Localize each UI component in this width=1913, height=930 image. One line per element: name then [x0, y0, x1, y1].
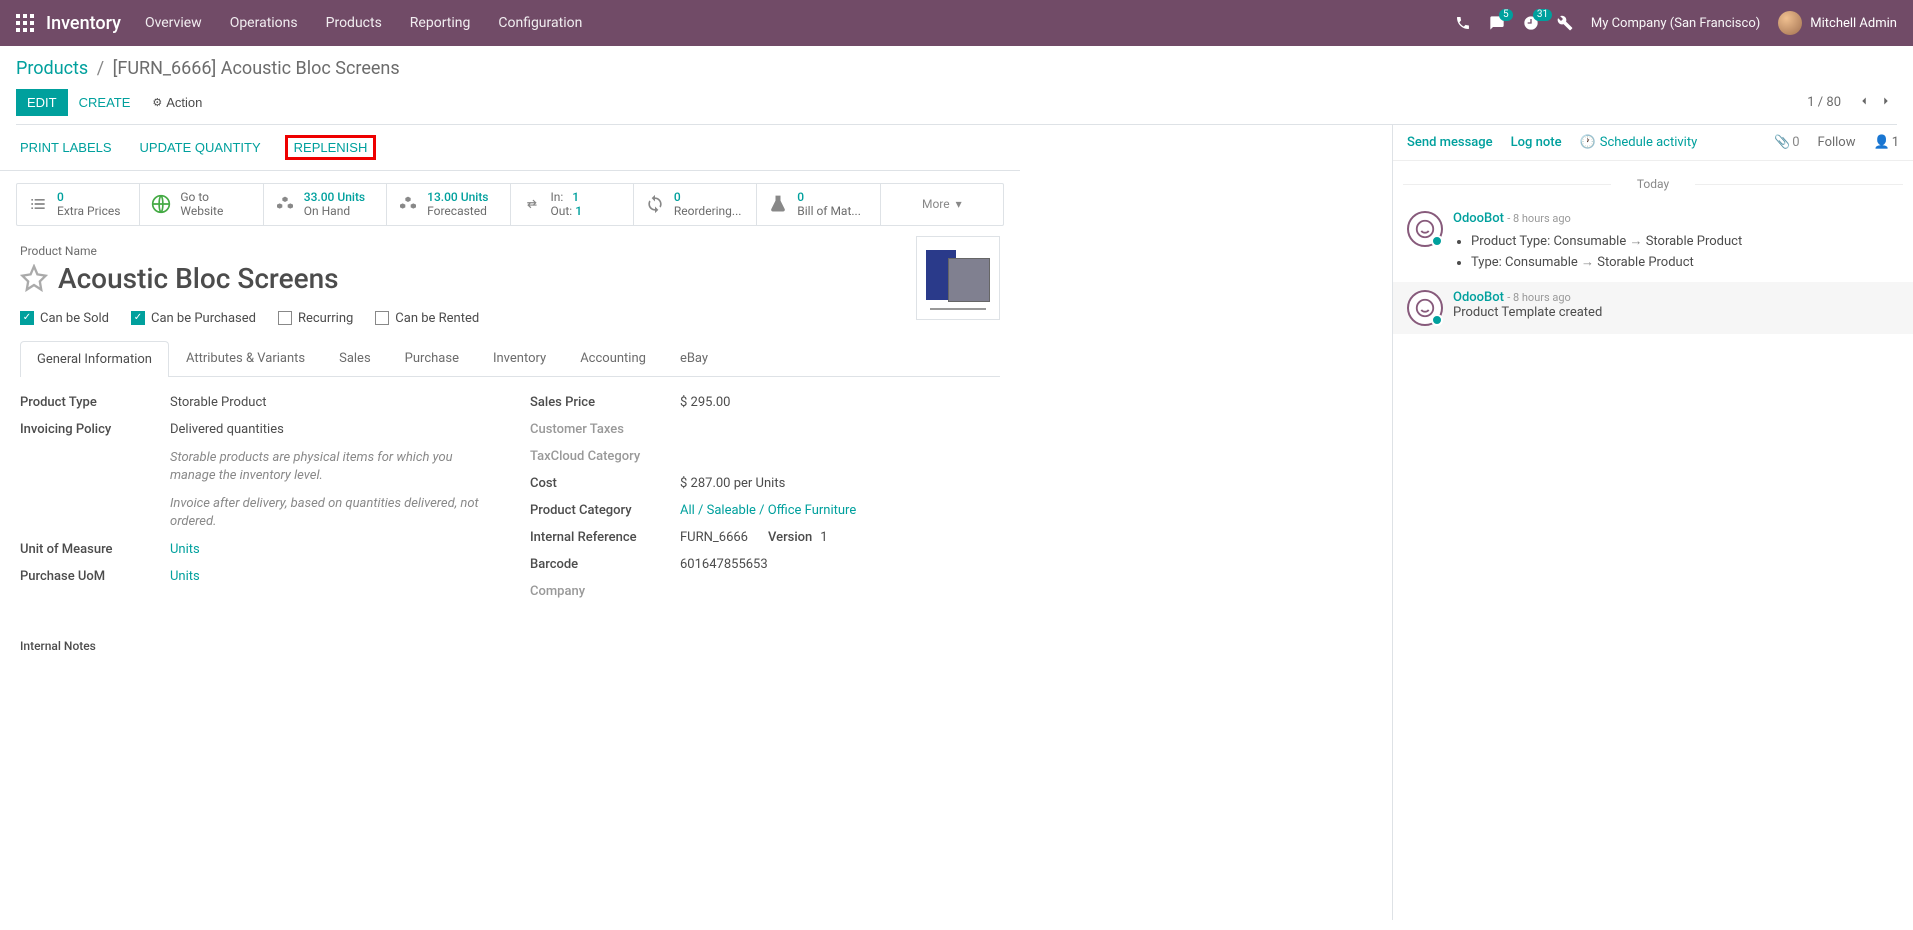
breadcrumb: Products / [FURN_6666] Acoustic Bloc Scr…: [16, 58, 1897, 79]
clock-badge: 31: [1533, 9, 1552, 21]
menu-products[interactable]: Products: [326, 15, 382, 31]
schedule-activity-button[interactable]: 🕐 Schedule activity: [1580, 135, 1698, 150]
internal-notes-label: Internal Notes: [20, 639, 1000, 653]
message-time: - 8 hours ago: [1507, 291, 1571, 304]
clock-icon: 🕐: [1580, 135, 1596, 150]
message-author[interactable]: OdooBot: [1453, 290, 1504, 305]
follow-button[interactable]: Follow: [1818, 135, 1856, 150]
debug-icon[interactable]: [1557, 15, 1573, 31]
main-menu: Overview Operations Products Reporting C…: [145, 15, 582, 31]
breadcrumb-current: [FURN_6666] Acoustic Bloc Screens: [113, 58, 400, 79]
avatar: [1778, 11, 1802, 35]
can-be-purchased-checkbox[interactable]: Can be Purchased: [131, 311, 256, 326]
chat-message: OdooBot - 8 hours ago Product Type: Cons…: [1393, 203, 1913, 282]
user-name: Mitchell Admin: [1810, 16, 1897, 31]
barcode-value: 601647855653: [680, 557, 1000, 572]
top-nav: Inventory Overview Operations Products R…: [0, 0, 1913, 46]
can-be-rented-checkbox[interactable]: Can be Rented: [375, 311, 479, 326]
product-name: Acoustic Bloc Screens: [58, 262, 339, 295]
pager-next[interactable]: [1875, 92, 1897, 113]
print-labels-button[interactable]: PRINT LABELS: [16, 135, 116, 160]
chevron-down-icon: ▾: [956, 197, 962, 211]
stat-forecasted[interactable]: 13.00 UnitsForecasted: [387, 184, 510, 225]
stat-extra-prices[interactable]: 0Extra Prices: [17, 184, 140, 225]
bot-avatar: [1407, 290, 1443, 326]
edit-button[interactable]: EDIT: [16, 89, 68, 116]
boxes-icon: [274, 193, 296, 215]
message-text: Product Template created: [1453, 305, 1899, 320]
chat-message: OdooBot - 8 hours ago Product Template c…: [1393, 282, 1913, 334]
attachments-button[interactable]: 📎0: [1774, 135, 1800, 150]
refresh-icon: [644, 193, 666, 215]
followers-count[interactable]: 👤1: [1874, 135, 1900, 150]
product-image[interactable]: [916, 236, 1000, 320]
purchase-uom-link[interactable]: Units: [170, 569, 200, 584]
app-brand[interactable]: Inventory: [46, 13, 121, 34]
stat-onhand[interactable]: 33.00 UnitsOn Hand: [264, 184, 387, 225]
boxes-icon: [397, 193, 419, 215]
recurring-checkbox[interactable]: Recurring: [278, 311, 353, 326]
send-message-button[interactable]: Send message: [1407, 135, 1493, 150]
invoicing-policy-value: Delivered quantities: [170, 422, 490, 437]
message-author[interactable]: OdooBot: [1453, 211, 1504, 226]
apps-icon[interactable]: [16, 14, 34, 32]
cost-value: $ 287.00: [680, 476, 731, 491]
pager-prev[interactable]: [1853, 92, 1875, 113]
uom-link[interactable]: Units: [170, 542, 200, 557]
internal-ref-value: FURN_6666: [680, 530, 748, 545]
can-be-sold-checkbox[interactable]: Can be Sold: [20, 311, 109, 326]
stat-more[interactable]: More ▾: [881, 184, 1003, 225]
create-button[interactable]: CREATE: [68, 89, 142, 116]
sales-price-value: $ 295.00: [680, 395, 1000, 410]
breadcrumb-parent[interactable]: Products: [16, 58, 88, 79]
list-icon: [27, 193, 49, 215]
menu-reporting[interactable]: Reporting: [410, 15, 471, 31]
flask-icon: [767, 193, 789, 215]
version-value: 1: [820, 530, 827, 545]
replenish-button[interactable]: REPLENISH: [285, 135, 377, 160]
chat-badge: 5: [1499, 9, 1513, 21]
globe-icon: [150, 193, 172, 215]
product-name-label: Product Name: [20, 244, 1000, 258]
product-type-value: Storable Product: [170, 395, 490, 410]
tab-ebay[interactable]: eBay: [663, 340, 725, 376]
stat-bom[interactable]: 0Bill of Mat...: [757, 184, 880, 225]
tab-inventory[interactable]: Inventory: [476, 340, 563, 376]
user-menu[interactable]: Mitchell Admin: [1778, 11, 1897, 35]
update-quantity-button[interactable]: UPDATE QUANTITY: [136, 135, 265, 160]
help-text: Invoice after delivery, based on quantit…: [170, 495, 490, 531]
date-separator: Today: [1393, 177, 1913, 191]
clock-icon[interactable]: 31: [1523, 15, 1539, 31]
stat-reordering[interactable]: 0Reordering...: [634, 184, 757, 225]
tab-general-information[interactable]: General Information: [20, 341, 169, 377]
menu-configuration[interactable]: Configuration: [498, 15, 582, 31]
company-switcher[interactable]: My Company (San Francisco): [1591, 16, 1760, 31]
message-time: - 8 hours ago: [1507, 212, 1571, 225]
help-text: Storable products are physical items for…: [170, 449, 490, 485]
chat-icon[interactable]: 5: [1489, 15, 1505, 31]
tab-sales[interactable]: Sales: [322, 340, 388, 376]
tab-attributes-variants[interactable]: Attributes & Variants: [169, 340, 322, 376]
menu-operations[interactable]: Operations: [230, 15, 298, 31]
log-note-button[interactable]: Log note: [1511, 135, 1562, 150]
person-icon: 👤: [1874, 135, 1890, 150]
menu-overview[interactable]: Overview: [145, 15, 202, 31]
pager-text: 1 / 80: [1807, 95, 1841, 110]
favorite-star-icon[interactable]: [20, 264, 48, 292]
tab-accounting[interactable]: Accounting: [563, 340, 663, 376]
action-menu[interactable]: Action: [141, 89, 213, 116]
category-link[interactable]: All / Saleable / Office Furniture: [680, 503, 856, 518]
stat-transfers[interactable]: In: 1 Out: 1: [511, 184, 634, 225]
tab-purchase[interactable]: Purchase: [388, 340, 476, 376]
bot-avatar: [1407, 211, 1443, 247]
paperclip-icon: 📎: [1774, 135, 1790, 150]
transfer-icon: [521, 193, 543, 215]
stat-website[interactable]: Go toWebsite: [140, 184, 263, 225]
phone-icon[interactable]: [1455, 15, 1471, 31]
